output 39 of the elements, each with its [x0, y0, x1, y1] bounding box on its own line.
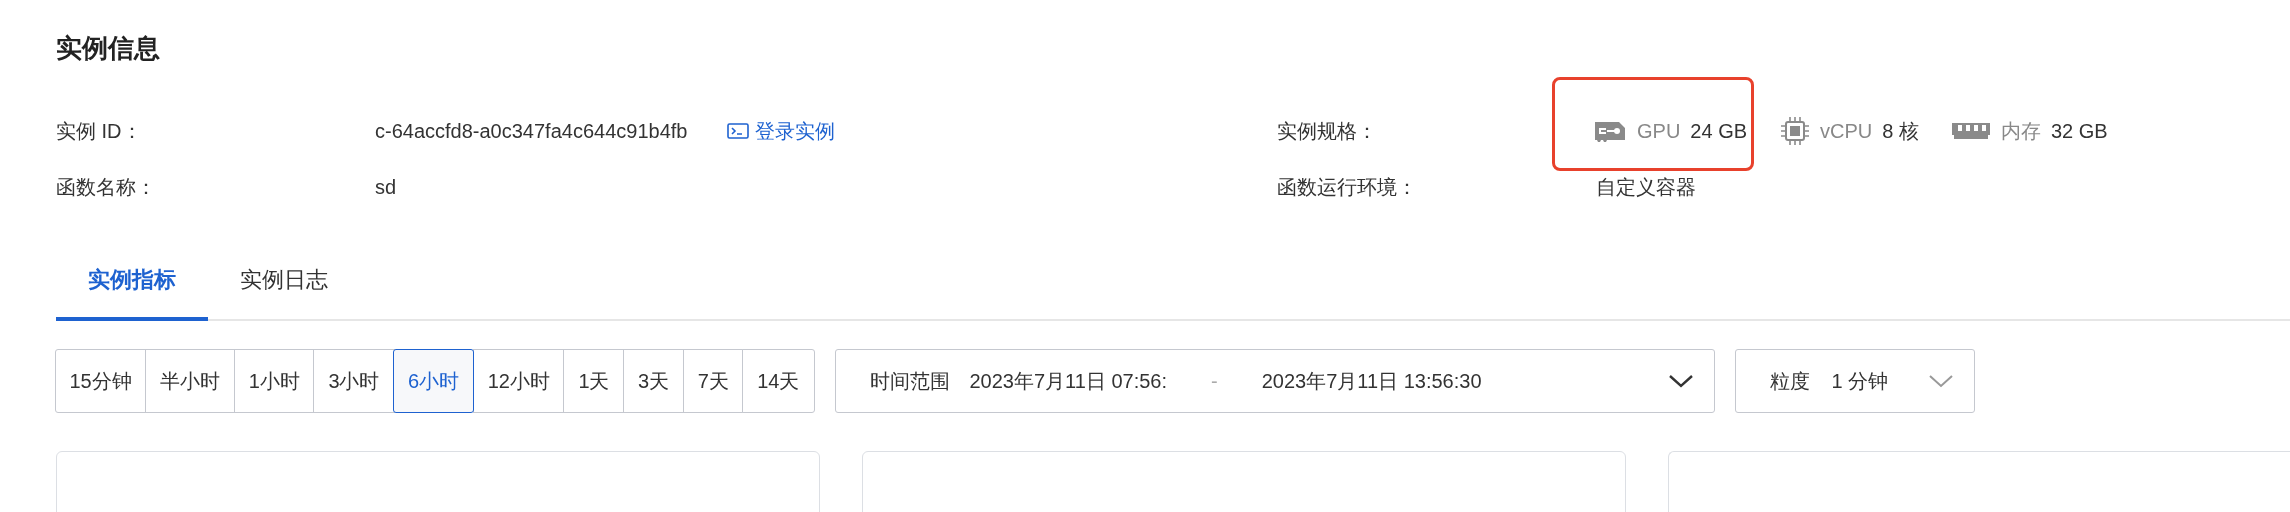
- chevron-down-icon: [1927, 373, 1954, 389]
- time-range-button[interactable]: 半小时: [145, 349, 236, 413]
- tab[interactable]: 实例指标: [56, 247, 208, 321]
- granularity-select[interactable]: 粒度 1 分钟: [1734, 349, 1975, 413]
- time-range-button[interactable]: 6小时: [393, 349, 475, 413]
- chevron-down-icon: [1667, 373, 1694, 389]
- spec-name: 内存: [2000, 118, 2041, 144]
- time-range-button[interactable]: 3小时: [313, 349, 395, 413]
- field-value: 自定义容器: [1596, 174, 1696, 200]
- chip-icon: [1780, 116, 1811, 146]
- spec-value: 32 GB: [2050, 119, 2108, 143]
- time-range-button[interactable]: 12小时: [472, 349, 565, 413]
- tab[interactable]: 实例日志: [208, 247, 360, 321]
- end-date: 2023年7月11日 13:56:30: [1261, 368, 1482, 394]
- spec-value: 8 核: [1882, 118, 1919, 144]
- login-link[interactable]: 登录实例: [727, 117, 836, 145]
- time-range-button[interactable]: 3天: [623, 349, 685, 413]
- time-range-button[interactable]: 1小时: [233, 349, 315, 413]
- start-date: 2023年7月11日 07:56:: [969, 368, 1168, 394]
- time-range-button[interactable]: 1天: [563, 349, 625, 413]
- field-label: 实例规格：: [1277, 118, 1378, 144]
- section-title: 实例信息: [56, 32, 161, 65]
- spec-name: vCPU: [1820, 119, 1873, 143]
- time-range-button[interactable]: 14天: [742, 349, 815, 413]
- time-range-button[interactable]: 7天: [682, 349, 744, 413]
- field-value: c-64accfd8-a0c347fa4c644c91b4fb: [375, 119, 688, 143]
- field-label: 实例 ID：: [56, 118, 143, 144]
- time-range-button[interactable]: 15分钟: [54, 349, 147, 413]
- terminal-icon: [727, 122, 750, 140]
- field-label: 函数名称：: [56, 174, 157, 200]
- spec-value: 24 GB: [1690, 119, 1748, 143]
- range-separator: -: [1211, 369, 1218, 393]
- selected-value: 1 分钟: [1831, 368, 1889, 394]
- picker-label: 时间范围: [869, 368, 950, 394]
- date-range-picker[interactable]: 时间范围 2023年7月11日 07:56: - 2023年7月11日 13:56:30: [834, 349, 1715, 413]
- field-label: 函数运行环境：: [1277, 174, 1418, 200]
- field-value: sd: [375, 175, 397, 199]
- spec-name: GPU: [1637, 119, 1681, 143]
- picker-label: 粒度: [1769, 368, 1810, 394]
